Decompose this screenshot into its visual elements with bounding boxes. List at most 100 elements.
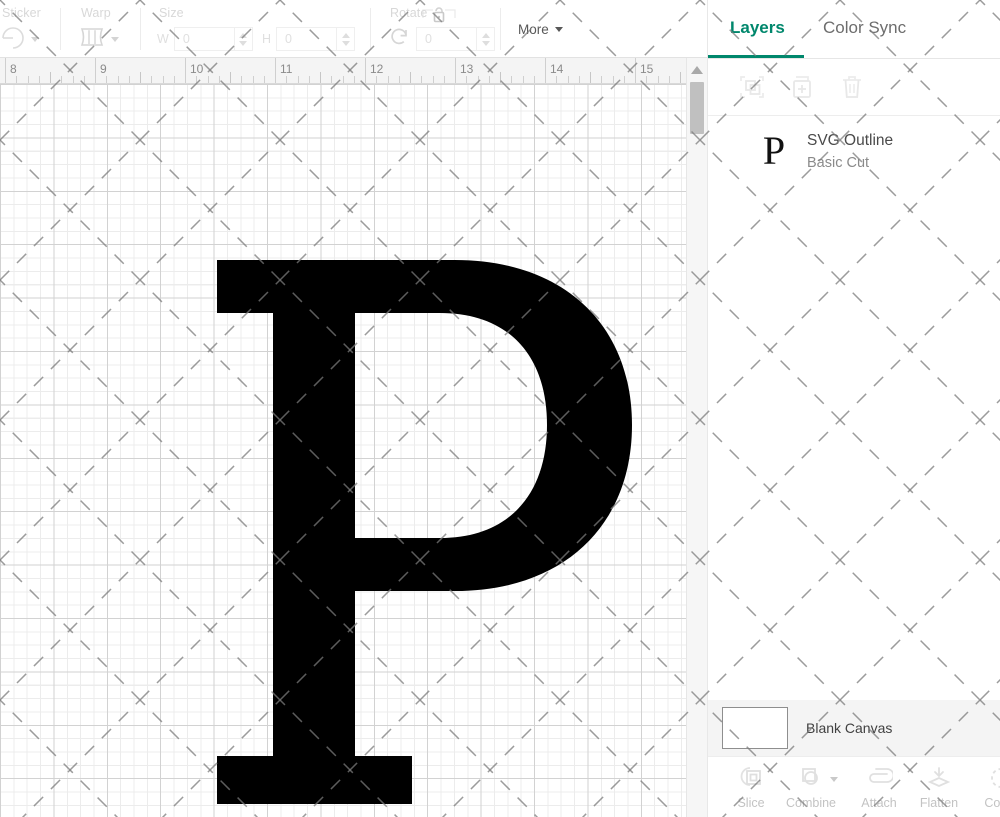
- toolbar-group-size: Size W 0: [157, 0, 377, 58]
- layer-title: SVG Outline: [807, 132, 893, 150]
- canvas-artwork-letter-p[interactable]: [0, 84, 686, 817]
- ruler-minor-tick: [523, 76, 524, 83]
- rotate-stepper[interactable]: [476, 27, 495, 51]
- ruler-minor-tick: [568, 76, 569, 83]
- ruler-minor-tick: [196, 76, 197, 83]
- ruler-minor-tick: [163, 76, 164, 83]
- ruler-minor-tick: [444, 76, 445, 83]
- width-input[interactable]: 0: [174, 27, 234, 51]
- tab-layers[interactable]: Layers: [730, 18, 785, 38]
- ruler-minor-tick: [320, 72, 321, 83]
- ruler-minor-tick: [219, 76, 220, 83]
- more-button[interactable]: More: [518, 22, 563, 37]
- ruler-minor-tick: [50, 72, 51, 83]
- toolbar-divider-3: [370, 8, 371, 50]
- ruler-minor-tick: [478, 76, 479, 83]
- app-root: Sticker Warp: [0, 0, 1000, 817]
- sticker-chevron-down-icon[interactable]: [31, 37, 39, 42]
- ruler-minor-tick: [579, 76, 580, 83]
- combine-chevron-down-icon[interactable]: [830, 777, 838, 782]
- ruler-minor-tick: [466, 76, 467, 83]
- ruler-minor-tick: [39, 76, 40, 83]
- toolbar-divider-2: [140, 8, 141, 50]
- ruler-minor-tick: [61, 76, 62, 83]
- ruler-minor-tick: [253, 76, 254, 83]
- sticker-icon: [0, 24, 26, 55]
- ruler-minor-tick: [489, 76, 490, 83]
- ruler-major-tick: [5, 58, 6, 84]
- ruler-minor-tick: [106, 76, 107, 83]
- ruler-minor-tick: [129, 76, 130, 83]
- ruler-number: 13: [460, 62, 473, 76]
- ruler-number: 15: [640, 62, 653, 76]
- ruler-minor-tick: [140, 72, 141, 83]
- height-stepper[interactable]: [336, 27, 355, 51]
- ruler-minor-tick: [118, 76, 119, 83]
- ruler-minor-tick: [331, 76, 332, 83]
- delete-icon[interactable]: [836, 71, 868, 103]
- ruler-minor-tick: [298, 76, 299, 83]
- ruler-minor-tick: [388, 76, 389, 83]
- width-stepper[interactable]: [234, 27, 253, 51]
- ruler-minor-tick: [73, 76, 74, 83]
- ruler-minor-tick: [658, 76, 659, 83]
- ruler-minor-tick: [669, 76, 670, 83]
- bottom-tool-strip: Slice Combine Attach: [708, 756, 1000, 817]
- layer-subtitle: Basic Cut: [807, 155, 893, 171]
- size-width-control: W 0: [157, 26, 253, 52]
- more-chevron-down-icon: [555, 27, 563, 32]
- ruler-major-tick: [635, 58, 636, 84]
- blank-canvas-swatch[interactable]: [722, 707, 788, 749]
- ruler-number: 9: [100, 62, 107, 76]
- flatten-icon: [926, 765, 952, 791]
- flatten-button[interactable]: Flatten: [908, 765, 970, 810]
- horizontal-ruler: 89101112131415: [0, 58, 707, 84]
- top-toolbar: Sticker Warp: [0, 0, 707, 58]
- ruler-minor-tick: [264, 76, 265, 83]
- more-label: More: [518, 22, 549, 37]
- layer-actions-bar: [708, 59, 1000, 116]
- layer-item-svg-outline[interactable]: P SVG Outline Basic Cut: [708, 115, 1000, 187]
- combine-button[interactable]: Combine: [780, 765, 842, 810]
- sticker-control[interactable]: [0, 26, 39, 52]
- toolbar-group-rotate: Rotate 0: [388, 0, 498, 58]
- panel-tab-bar: Layers Color Sync: [708, 0, 1000, 59]
- duplicate-icon[interactable]: [786, 71, 818, 103]
- contour-icon: [988, 765, 1000, 791]
- ruler-minor-tick: [28, 76, 29, 83]
- warp-chevron-down-icon[interactable]: [111, 37, 119, 42]
- warp-control[interactable]: [78, 26, 119, 52]
- ruler-major-tick: [455, 58, 456, 84]
- slice-button[interactable]: Slice: [720, 765, 782, 810]
- ruler-minor-tick: [646, 76, 647, 83]
- scrollbar-thumb[interactable]: [690, 82, 704, 134]
- rotate-input[interactable]: 0: [416, 27, 476, 51]
- height-input[interactable]: 0: [276, 27, 336, 51]
- scroll-up-arrow-icon[interactable]: [691, 66, 703, 74]
- ruler-number: 11: [280, 62, 292, 76]
- ruler-minor-tick: [421, 76, 422, 83]
- active-tab-indicator: [708, 55, 804, 58]
- ruler-minor-tick: [590, 72, 591, 83]
- attach-button[interactable]: Attach: [848, 765, 910, 810]
- warp-icon: [78, 26, 106, 53]
- group-icon[interactable]: [736, 71, 768, 103]
- toolbar-divider-1: [60, 8, 61, 50]
- ruler-minor-tick: [613, 76, 614, 83]
- canvas-vertical-scrollbar[interactable]: [686, 58, 707, 817]
- contour-button[interactable]: Conto: [970, 765, 1000, 810]
- flatten-label: Flatten: [920, 796, 958, 810]
- design-canvas[interactable]: [0, 84, 686, 817]
- ruler-major-tick: [365, 58, 366, 84]
- tab-color-sync[interactable]: Color Sync: [823, 18, 906, 38]
- rotate-label: Rotate: [390, 6, 427, 20]
- blank-canvas-row[interactable]: Blank Canvas: [708, 700, 1000, 756]
- attach-label: Attach: [861, 796, 896, 810]
- blank-canvas-label: Blank Canvas: [806, 720, 892, 736]
- layer-meta: SVG Outline Basic Cut: [807, 132, 893, 171]
- warp-label: Warp: [81, 6, 111, 20]
- ruler-minor-tick: [624, 76, 625, 83]
- ruler-minor-tick: [500, 72, 501, 83]
- ruler-minor-tick: [433, 76, 434, 83]
- height-prefix-label: H: [262, 32, 271, 46]
